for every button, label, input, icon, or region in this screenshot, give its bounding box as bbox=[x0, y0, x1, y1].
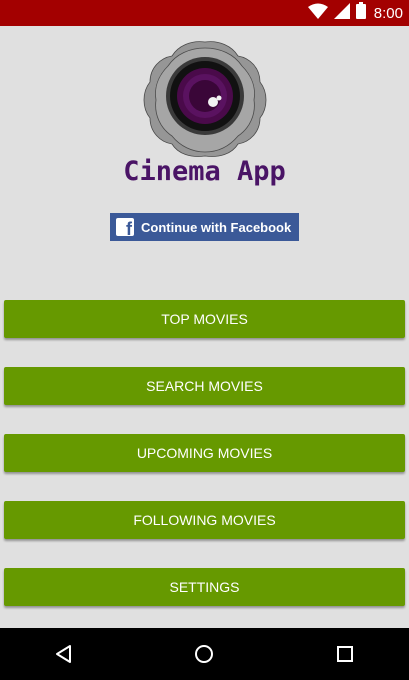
cell-signal-icon bbox=[333, 2, 350, 24]
status-bar: 8:00 bbox=[0, 0, 409, 26]
camera-lens-logo bbox=[134, 36, 276, 160]
continue-with-facebook-button[interactable]: f Continue with Facebook bbox=[110, 213, 299, 241]
status-icons: 8:00 bbox=[307, 0, 403, 26]
status-time: 8:00 bbox=[373, 4, 403, 22]
navigation-bar bbox=[0, 628, 409, 680]
facebook-button-label: Continue with Facebook bbox=[141, 219, 292, 235]
settings-button[interactable]: SETTINGS bbox=[4, 568, 405, 606]
top-movies-button[interactable]: TOP MOVIES bbox=[4, 300, 405, 338]
recents-icon[interactable] bbox=[325, 628, 365, 680]
search-movies-button[interactable]: SEARCH MOVIES bbox=[4, 367, 405, 405]
back-icon[interactable] bbox=[44, 628, 84, 680]
facebook-icon: f bbox=[116, 218, 134, 236]
following-movies-button[interactable]: FOLLOWING MOVIES bbox=[4, 501, 405, 539]
app-title: Cinema App bbox=[123, 156, 286, 187]
upcoming-movies-button[interactable]: UPCOMING MOVIES bbox=[4, 434, 405, 472]
wifi-icon bbox=[307, 3, 328, 24]
home-icon[interactable] bbox=[184, 628, 224, 680]
battery-icon bbox=[355, 2, 366, 24]
